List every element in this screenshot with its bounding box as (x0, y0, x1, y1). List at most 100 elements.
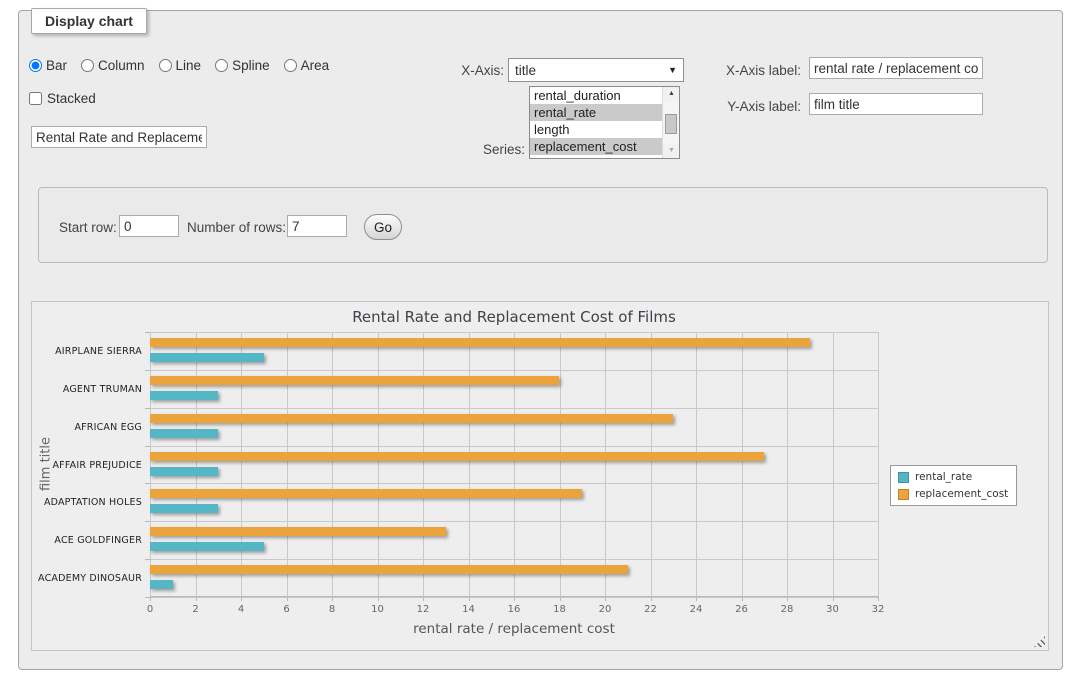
x-axis-tick (514, 597, 515, 601)
x-tick-label: 22 (644, 604, 657, 615)
chart-title-input[interactable] (31, 126, 207, 148)
category-label: ACADEMY DINOSAUR (32, 573, 142, 584)
bar-rental_rate[interactable] (150, 429, 218, 438)
chart-type-radio-label: Bar (46, 58, 67, 73)
gridline-vertical (696, 332, 697, 597)
x-axis-tick (833, 597, 834, 601)
chart-legend: rental_rate replacement_cost (890, 465, 1017, 506)
chart-type-radio-line[interactable] (159, 59, 172, 72)
bar-rental_rate[interactable] (150, 391, 218, 400)
chart-type-radio-label: Area (301, 58, 330, 73)
start-row-input[interactable] (119, 215, 179, 237)
bar-rental_rate[interactable] (150, 504, 218, 513)
series-option-replacement_cost[interactable]: replacement_cost (530, 138, 662, 155)
bar-rental_rate[interactable] (150, 353, 264, 362)
start-row-label: Start row: (59, 220, 117, 235)
x-axis-selected-value: title (515, 63, 536, 78)
gridline-vertical (560, 332, 561, 597)
gridline-vertical (605, 332, 606, 597)
resize-handle-icon[interactable] (1034, 636, 1045, 647)
x-axis-tick (696, 597, 697, 601)
go-button[interactable]: Go (364, 214, 402, 240)
chart-type-radio-area[interactable] (284, 59, 297, 72)
legend-item-rental_rate[interactable]: rental_rate (898, 471, 1008, 483)
x-tick-label: 30 (826, 604, 839, 615)
series-option-length[interactable]: length (530, 121, 662, 138)
x-axis-title: rental rate / replacement cost (150, 621, 878, 637)
x-axis-tick (378, 597, 379, 601)
x-tick-label: 2 (192, 604, 198, 615)
bar-replacement_cost[interactable] (150, 414, 673, 423)
bar-replacement_cost[interactable] (150, 452, 764, 461)
gridline-horizontal (150, 370, 878, 371)
x-tick-label: 12 (417, 604, 430, 615)
scrollbar-thumb[interactable] (665, 114, 677, 134)
chart-title: Rental Rate and Replacement Cost of Film… (150, 308, 878, 326)
bar-replacement_cost[interactable] (150, 338, 810, 347)
scroll-down-icon[interactable]: ▼ (663, 144, 680, 158)
gridline-vertical (878, 332, 879, 597)
number-of-rows-label: Number of rows: (187, 220, 286, 235)
gridline-vertical (150, 332, 151, 597)
category-label: ACE GOLDFINGER (32, 535, 142, 546)
x-axis-tick (878, 597, 879, 601)
y-axis-label-input[interactable] (809, 93, 983, 115)
x-axis-select[interactable]: title ▼ (508, 58, 684, 82)
y-axis-tick (145, 370, 150, 371)
bar-replacement_cost[interactable] (150, 565, 628, 574)
x-axis-tick (742, 597, 743, 601)
gridline-horizontal (150, 483, 878, 484)
category-label: AFRICAN EGG (32, 422, 142, 433)
chart-type-radio-spline[interactable] (215, 59, 228, 72)
x-axis-tick (651, 597, 652, 601)
chart-type-radio-label: Spline (232, 58, 270, 73)
bar-replacement_cost[interactable] (150, 376, 559, 385)
x-tick-label: 32 (872, 604, 885, 615)
x-tick-label: 28 (781, 604, 794, 615)
y-axis-tick (145, 332, 150, 333)
x-axis-select-label: X-Axis: (444, 63, 504, 78)
series-option-rental_rate[interactable]: rental_rate (530, 104, 662, 121)
series-select-label: Series: (465, 142, 525, 157)
listbox-scrollbar[interactable]: ▲ ▼ (662, 87, 679, 158)
chart-type-radio-label: Column (98, 58, 145, 73)
bar-rental_rate[interactable] (150, 542, 264, 551)
number-of-rows-input[interactable] (287, 215, 347, 237)
legend-swatch-icon (898, 489, 909, 500)
series-listbox[interactable]: rental_durationrental_ratelengthreplacem… (529, 86, 680, 159)
gridline-vertical (469, 332, 470, 597)
x-axis-tick (241, 597, 242, 601)
y-axis-tick (145, 521, 150, 522)
fieldset-legend: Display chart (31, 8, 147, 34)
x-tick-label: 20 (599, 604, 612, 615)
x-tick-label: 16 (508, 604, 521, 615)
legend-item-replacement_cost[interactable]: replacement_cost (898, 488, 1008, 500)
chart-type-radio-column[interactable] (81, 59, 94, 72)
bar-replacement_cost[interactable] (150, 489, 582, 498)
x-tick-label: 26 (735, 604, 748, 615)
bar-rental_rate[interactable] (150, 580, 173, 589)
gridline-vertical (787, 332, 788, 597)
category-label: AFFAIR PREJUDICE (32, 460, 142, 471)
x-axis-tick (469, 597, 470, 601)
x-tick-label: 8 (329, 604, 335, 615)
category-label: ADAPTATION HOLES (32, 497, 142, 508)
legend-label: replacement_cost (915, 488, 1008, 500)
stacked-checkbox[interactable] (29, 92, 42, 105)
chart-type-radio-bar[interactable] (29, 59, 42, 72)
stacked-label: Stacked (47, 91, 96, 106)
category-label: AGENT TRUMAN (32, 384, 142, 395)
x-axis-label-input[interactable] (809, 57, 983, 79)
bar-rental_rate[interactable] (150, 467, 218, 476)
series-option-rental_duration[interactable]: rental_duration (530, 87, 662, 104)
x-tick-label: 14 (462, 604, 475, 615)
x-axis-tick (605, 597, 606, 601)
x-axis-tick (787, 597, 788, 601)
x-tick-label: 10 (371, 604, 384, 615)
gridline-vertical (241, 332, 242, 597)
row-range-panel: Start row: Number of rows: Go (38, 187, 1048, 263)
bar-replacement_cost[interactable] (150, 527, 446, 536)
legend-label: rental_rate (915, 471, 972, 483)
gridline-horizontal (150, 332, 878, 333)
scroll-up-icon[interactable]: ▲ (663, 87, 680, 101)
